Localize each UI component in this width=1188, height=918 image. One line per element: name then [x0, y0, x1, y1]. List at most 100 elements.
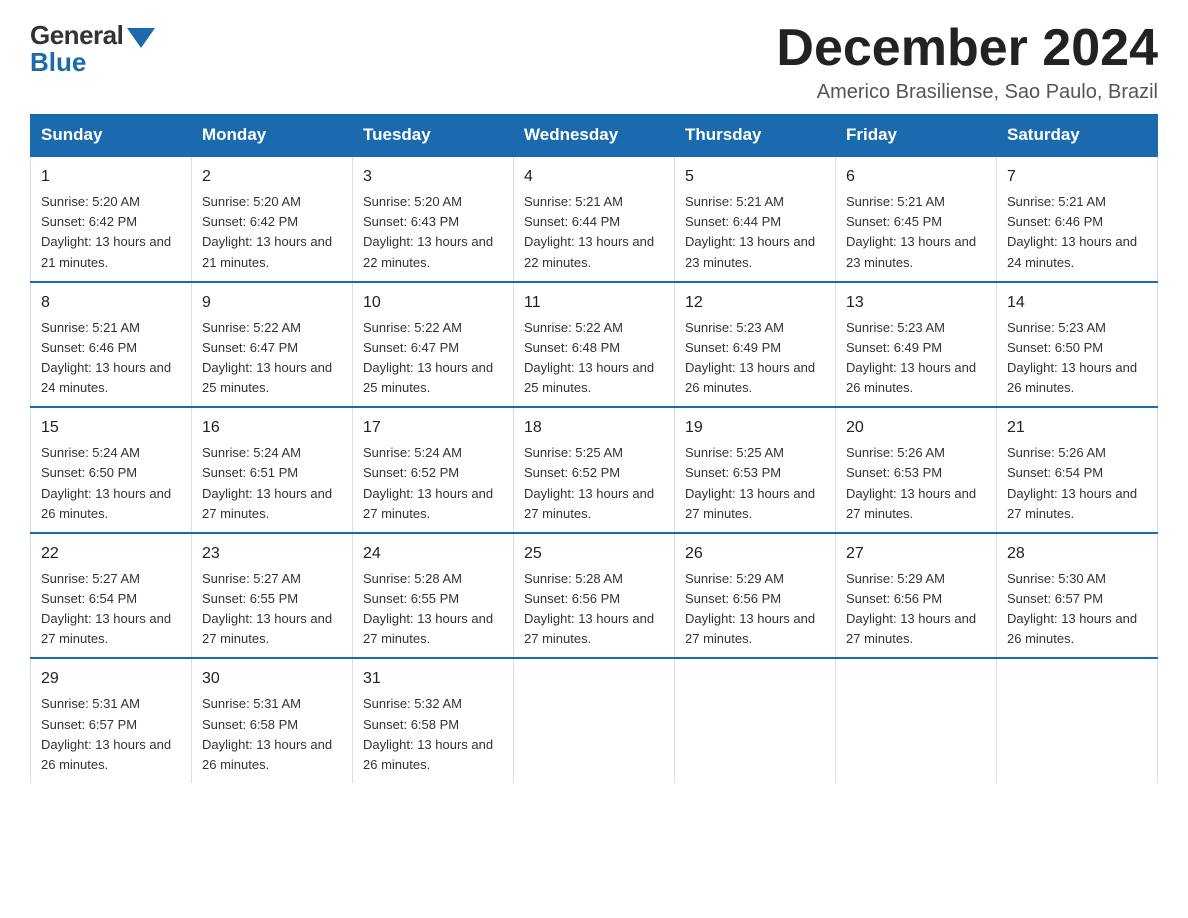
calendar-cell: 6 Sunrise: 5:21 AMSunset: 6:45 PMDayligh… [836, 156, 997, 282]
day-info: Sunrise: 5:26 AMSunset: 6:53 PMDaylight:… [846, 445, 976, 520]
day-number: 1 [41, 165, 181, 189]
day-info: Sunrise: 5:24 AMSunset: 6:52 PMDaylight:… [363, 445, 493, 520]
day-number: 31 [363, 667, 503, 691]
day-info: Sunrise: 5:22 AMSunset: 6:47 PMDaylight:… [363, 320, 493, 395]
logo-blue-text: Blue [30, 47, 86, 78]
day-info: Sunrise: 5:28 AMSunset: 6:56 PMDaylight:… [524, 571, 654, 646]
day-info: Sunrise: 5:31 AMSunset: 6:58 PMDaylight:… [202, 696, 332, 771]
day-info: Sunrise: 5:22 AMSunset: 6:47 PMDaylight:… [202, 320, 332, 395]
day-info: Sunrise: 5:32 AMSunset: 6:58 PMDaylight:… [363, 696, 493, 771]
calendar-cell [514, 658, 675, 783]
day-number: 5 [685, 165, 825, 189]
day-number: 14 [1007, 291, 1147, 315]
weekday-header-monday: Monday [192, 115, 353, 157]
calendar-cell: 30 Sunrise: 5:31 AMSunset: 6:58 PMDaylig… [192, 658, 353, 783]
day-info: Sunrise: 5:25 AMSunset: 6:52 PMDaylight:… [524, 445, 654, 520]
day-info: Sunrise: 5:28 AMSunset: 6:55 PMDaylight:… [363, 571, 493, 646]
calendar-cell: 24 Sunrise: 5:28 AMSunset: 6:55 PMDaylig… [353, 533, 514, 659]
logo-arrow-icon [127, 28, 155, 48]
day-number: 26 [685, 542, 825, 566]
calendar-cell: 18 Sunrise: 5:25 AMSunset: 6:52 PMDaylig… [514, 407, 675, 533]
day-number: 10 [363, 291, 503, 315]
calendar-cell: 31 Sunrise: 5:32 AMSunset: 6:58 PMDaylig… [353, 658, 514, 783]
calendar-cell: 26 Sunrise: 5:29 AMSunset: 6:56 PMDaylig… [675, 533, 836, 659]
day-number: 27 [846, 542, 986, 566]
day-number: 20 [846, 416, 986, 440]
day-number: 29 [41, 667, 181, 691]
day-number: 30 [202, 667, 342, 691]
calendar-cell: 4 Sunrise: 5:21 AMSunset: 6:44 PMDayligh… [514, 156, 675, 282]
day-info: Sunrise: 5:25 AMSunset: 6:53 PMDaylight:… [685, 445, 815, 520]
calendar-table: SundayMondayTuesdayWednesdayThursdayFrid… [30, 114, 1158, 783]
calendar-cell: 29 Sunrise: 5:31 AMSunset: 6:57 PMDaylig… [31, 658, 192, 783]
calendar-week-row: 29 Sunrise: 5:31 AMSunset: 6:57 PMDaylig… [31, 658, 1158, 783]
calendar-cell: 28 Sunrise: 5:30 AMSunset: 6:57 PMDaylig… [997, 533, 1158, 659]
day-number: 6 [846, 165, 986, 189]
calendar-cell: 27 Sunrise: 5:29 AMSunset: 6:56 PMDaylig… [836, 533, 997, 659]
day-info: Sunrise: 5:23 AMSunset: 6:50 PMDaylight:… [1007, 320, 1137, 395]
location-subtitle: Americo Brasiliense, Sao Paulo, Brazil [776, 81, 1158, 104]
calendar-cell: 10 Sunrise: 5:22 AMSunset: 6:47 PMDaylig… [353, 282, 514, 408]
day-info: Sunrise: 5:20 AMSunset: 6:43 PMDaylight:… [363, 194, 493, 269]
day-number: 24 [363, 542, 503, 566]
calendar-cell: 3 Sunrise: 5:20 AMSunset: 6:43 PMDayligh… [353, 156, 514, 282]
calendar-week-row: 22 Sunrise: 5:27 AMSunset: 6:54 PMDaylig… [31, 533, 1158, 659]
day-info: Sunrise: 5:26 AMSunset: 6:54 PMDaylight:… [1007, 445, 1137, 520]
day-info: Sunrise: 5:30 AMSunset: 6:57 PMDaylight:… [1007, 571, 1137, 646]
weekday-header-tuesday: Tuesday [353, 115, 514, 157]
day-number: 16 [202, 416, 342, 440]
day-number: 11 [524, 291, 664, 315]
day-number: 8 [41, 291, 181, 315]
calendar-cell: 9 Sunrise: 5:22 AMSunset: 6:47 PMDayligh… [192, 282, 353, 408]
calendar-cell: 11 Sunrise: 5:22 AMSunset: 6:48 PMDaylig… [514, 282, 675, 408]
day-number: 3 [363, 165, 503, 189]
calendar-cell: 12 Sunrise: 5:23 AMSunset: 6:49 PMDaylig… [675, 282, 836, 408]
calendar-cell [997, 658, 1158, 783]
day-number: 25 [524, 542, 664, 566]
calendar-cell: 5 Sunrise: 5:21 AMSunset: 6:44 PMDayligh… [675, 156, 836, 282]
day-number: 13 [846, 291, 986, 315]
day-number: 17 [363, 416, 503, 440]
day-info: Sunrise: 5:22 AMSunset: 6:48 PMDaylight:… [524, 320, 654, 395]
calendar-cell: 23 Sunrise: 5:27 AMSunset: 6:55 PMDaylig… [192, 533, 353, 659]
day-info: Sunrise: 5:23 AMSunset: 6:49 PMDaylight:… [685, 320, 815, 395]
day-number: 21 [1007, 416, 1147, 440]
weekday-header-sunday: Sunday [31, 115, 192, 157]
calendar-cell [836, 658, 997, 783]
weekday-header-thursday: Thursday [675, 115, 836, 157]
calendar-cell: 1 Sunrise: 5:20 AMSunset: 6:42 PMDayligh… [31, 156, 192, 282]
day-info: Sunrise: 5:20 AMSunset: 6:42 PMDaylight:… [41, 194, 171, 269]
day-number: 22 [41, 542, 181, 566]
calendar-cell: 15 Sunrise: 5:24 AMSunset: 6:50 PMDaylig… [31, 407, 192, 533]
day-number: 18 [524, 416, 664, 440]
calendar-cell: 22 Sunrise: 5:27 AMSunset: 6:54 PMDaylig… [31, 533, 192, 659]
day-number: 2 [202, 165, 342, 189]
title-section: December 2024 Americo Brasiliense, Sao P… [776, 20, 1158, 104]
day-info: Sunrise: 5:21 AMSunset: 6:44 PMDaylight:… [685, 194, 815, 269]
day-number: 12 [685, 291, 825, 315]
weekday-header-saturday: Saturday [997, 115, 1158, 157]
day-number: 7 [1007, 165, 1147, 189]
calendar-cell: 17 Sunrise: 5:24 AMSunset: 6:52 PMDaylig… [353, 407, 514, 533]
day-info: Sunrise: 5:23 AMSunset: 6:49 PMDaylight:… [846, 320, 976, 395]
calendar-cell: 14 Sunrise: 5:23 AMSunset: 6:50 PMDaylig… [997, 282, 1158, 408]
calendar-cell: 16 Sunrise: 5:24 AMSunset: 6:51 PMDaylig… [192, 407, 353, 533]
day-number: 9 [202, 291, 342, 315]
day-info: Sunrise: 5:21 AMSunset: 6:44 PMDaylight:… [524, 194, 654, 269]
calendar-cell: 13 Sunrise: 5:23 AMSunset: 6:49 PMDaylig… [836, 282, 997, 408]
calendar-cell [675, 658, 836, 783]
weekday-header-friday: Friday [836, 115, 997, 157]
day-info: Sunrise: 5:21 AMSunset: 6:46 PMDaylight:… [1007, 194, 1137, 269]
calendar-cell: 2 Sunrise: 5:20 AMSunset: 6:42 PMDayligh… [192, 156, 353, 282]
calendar-cell: 19 Sunrise: 5:25 AMSunset: 6:53 PMDaylig… [675, 407, 836, 533]
day-info: Sunrise: 5:31 AMSunset: 6:57 PMDaylight:… [41, 696, 171, 771]
day-info: Sunrise: 5:20 AMSunset: 6:42 PMDaylight:… [202, 194, 332, 269]
day-number: 19 [685, 416, 825, 440]
day-info: Sunrise: 5:29 AMSunset: 6:56 PMDaylight:… [846, 571, 976, 646]
day-info: Sunrise: 5:27 AMSunset: 6:54 PMDaylight:… [41, 571, 171, 646]
day-info: Sunrise: 5:24 AMSunset: 6:51 PMDaylight:… [202, 445, 332, 520]
day-info: Sunrise: 5:24 AMSunset: 6:50 PMDaylight:… [41, 445, 171, 520]
day-number: 4 [524, 165, 664, 189]
day-info: Sunrise: 5:21 AMSunset: 6:45 PMDaylight:… [846, 194, 976, 269]
calendar-cell: 21 Sunrise: 5:26 AMSunset: 6:54 PMDaylig… [997, 407, 1158, 533]
